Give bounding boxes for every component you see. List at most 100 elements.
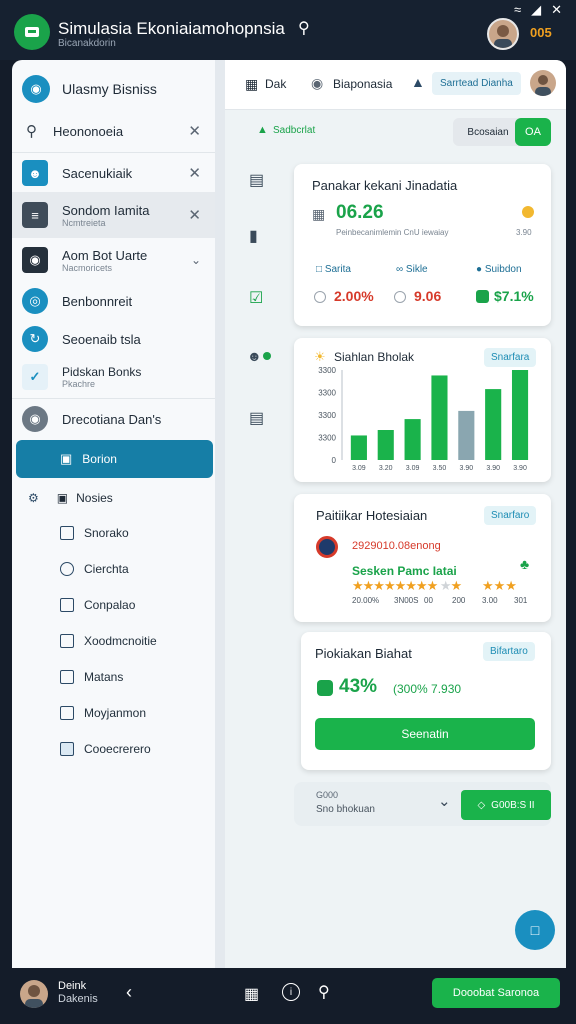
status-bar: ≈ ◢ ✕ bbox=[514, 2, 562, 18]
bar[interactable] bbox=[350, 435, 367, 460]
sidebar-subitem[interactable]: Xoodmcnoitie bbox=[60, 634, 157, 648]
sidebar-item-label: Pidskan Bonks bbox=[62, 365, 142, 379]
sidebar-divider[interactable] bbox=[215, 60, 225, 968]
tab-dak[interactable]: Dak bbox=[265, 77, 286, 91]
avatar[interactable] bbox=[20, 980, 48, 1008]
chevron-down-icon[interactable]: ⌄ bbox=[438, 792, 451, 810]
sidebar-subitem[interactable]: Snorako bbox=[60, 526, 129, 540]
briefcase-icon: ◉ bbox=[22, 75, 50, 103]
sidebar-item-label: Benbonnreit bbox=[62, 293, 133, 309]
metric-label: ● Suibdon bbox=[476, 264, 522, 275]
sidebar-subitem[interactable]: Cierchta bbox=[60, 562, 129, 576]
footer-button[interactable]: ◇ G00B:S II bbox=[461, 790, 551, 820]
edit-icon bbox=[60, 670, 74, 684]
breadcrumb[interactable]: Sadbcrlat bbox=[273, 125, 315, 136]
sidebar-subitem[interactable]: Conpalao bbox=[60, 598, 135, 612]
sidebar-search[interactable]: ⚲ Heononoeia ✕ bbox=[12, 116, 215, 146]
folder-icon: ▣ bbox=[56, 491, 69, 505]
sidebar-item-benbonnreit[interactable]: ◎ Benbonnreit bbox=[12, 286, 215, 316]
calendar-icon[interactable]: ▦ bbox=[245, 76, 258, 93]
primary-action-button[interactable]: Dooobat Saronoa bbox=[432, 978, 560, 1008]
people-icon[interactable]: ☻ bbox=[247, 348, 262, 364]
check-icon: ✓ bbox=[22, 364, 48, 390]
checklist-icon[interactable]: ☑ bbox=[249, 288, 263, 308]
submit-button[interactable]: Seenatin bbox=[315, 718, 535, 750]
sidebar-item-label: Seoenaib tsla bbox=[62, 331, 141, 347]
footer-label: G000 bbox=[316, 790, 339, 800]
close-icon[interactable]: ✕ bbox=[551, 2, 562, 18]
chat-icon[interactable]: ◉ bbox=[311, 75, 323, 92]
bar[interactable] bbox=[404, 419, 421, 460]
sidebar-group-nosies[interactable]: ⚙ ▣ Nosies bbox=[12, 484, 215, 512]
bar[interactable] bbox=[511, 370, 529, 460]
bar[interactable] bbox=[377, 430, 394, 460]
coin-icon bbox=[522, 206, 534, 218]
close-icon[interactable]: ✕ bbox=[188, 206, 201, 224]
footer-button-label: G00B:S II bbox=[491, 799, 535, 811]
sidebar-subitem-label: Snorako bbox=[84, 526, 129, 540]
app-logo-icon bbox=[14, 14, 50, 50]
radio-icon[interactable] bbox=[394, 291, 406, 303]
rating-col: 00 bbox=[424, 596, 433, 605]
card-filter-pill[interactable]: Bifartaro bbox=[483, 642, 535, 661]
chart-icon[interactable]: ▮ bbox=[249, 226, 258, 246]
info-icon[interactable]: i bbox=[282, 983, 300, 1001]
document-icon[interactable]: ▤ bbox=[249, 170, 264, 190]
sidebar-subitem-label: Cooecrerero bbox=[84, 742, 151, 756]
sidebar-header: ◉ Ulasmy Bisniss bbox=[12, 74, 215, 104]
sidebar-subitem[interactable]: Moyjanmon bbox=[60, 706, 146, 720]
avatar[interactable] bbox=[487, 18, 519, 50]
bar[interactable] bbox=[485, 389, 502, 460]
sidebar-item-label: Aom Bot Uarte bbox=[62, 247, 148, 263]
sidebar-item-drecotiana[interactable]: ◉ Drecotiana Dan's bbox=[12, 404, 215, 434]
chef-icon: ◉ bbox=[22, 247, 48, 273]
sidebar-item-aom[interactable]: ◉ Aom Bot Uarte Nacmoricets ⌄ bbox=[12, 240, 215, 280]
rating-link[interactable]: 2929010.08enong bbox=[352, 540, 441, 552]
document-icon bbox=[60, 598, 74, 612]
home-icon: ▲ bbox=[257, 124, 268, 136]
tab-biaponasia[interactable]: Biaponasia bbox=[333, 77, 392, 91]
back-icon[interactable]: ‹ bbox=[126, 982, 132, 1003]
close-icon[interactable]: ✕ bbox=[188, 164, 201, 182]
card-filter-pill[interactable]: Snarfaro bbox=[484, 506, 537, 525]
sidebar-item-seoenaib[interactable]: ↻ Seoenaib tsla bbox=[12, 324, 215, 354]
sidebar-item-sondom[interactable]: ≡ Sondom Iamita Ncmtreieta ✕ bbox=[12, 192, 215, 238]
sidebar-item-borion[interactable]: ▣ Borion bbox=[16, 440, 213, 478]
search-icon[interactable]: ⚲ bbox=[298, 18, 310, 38]
sidebar-subitem[interactable]: Cooecrerero bbox=[60, 742, 151, 756]
status-badge: 005 bbox=[530, 25, 552, 40]
refresh-icon bbox=[60, 562, 74, 576]
metric-label-text: Suibdon bbox=[484, 264, 522, 275]
location-icon[interactable]: ⚲ bbox=[318, 982, 330, 1002]
bar-chart: 3300 3300 3300 3300 0 3.09 3.20 3.09 3.50 3.90 3.… bbox=[318, 366, 529, 472]
sidebar-item-pidskan[interactable]: ✓ Pidskan Bonks Pkachre bbox=[12, 360, 215, 394]
primary-button[interactable]: OA bbox=[515, 118, 551, 146]
bar[interactable] bbox=[458, 410, 475, 460]
metric-label-text: Sarita bbox=[324, 264, 351, 275]
folder-icon: ▣ bbox=[60, 451, 73, 466]
checkbox-icon[interactable] bbox=[476, 290, 489, 303]
x-tick-label: 3.09 bbox=[406, 465, 420, 472]
leaf-icon: ♣ bbox=[520, 556, 530, 572]
bar[interactable] bbox=[431, 375, 448, 460]
floating-action-button[interactable]: □ bbox=[515, 910, 555, 950]
search-input[interactable]: Heononoeia bbox=[53, 124, 123, 139]
clear-search-icon[interactable]: ✕ bbox=[188, 122, 201, 140]
avatar[interactable] bbox=[530, 70, 556, 96]
sidebar-subitem[interactable]: Matans bbox=[60, 670, 123, 684]
sidebar-item-sacenukiaik[interactable]: ☻ Sacenukiaik ✕ bbox=[12, 156, 215, 190]
sidebar-subitem-label: Conpalao bbox=[84, 598, 136, 612]
y-tick-label: 3300 bbox=[318, 434, 336, 443]
notification-dot bbox=[263, 352, 271, 360]
chevron-down-icon[interactable]: ⌄ bbox=[191, 253, 201, 267]
signal-icon: ◢ bbox=[531, 2, 542, 17]
book-icon[interactable]: ▤ bbox=[249, 408, 264, 428]
radio-icon[interactable] bbox=[314, 291, 326, 303]
sidebar-item-sublabel: Ncmtreieta bbox=[62, 217, 106, 228]
secondary-button[interactable]: Bcosaian bbox=[453, 118, 523, 146]
calculator-icon[interactable]: ▦ bbox=[244, 984, 259, 1004]
search-icon: ⚲ bbox=[26, 123, 37, 140]
tab-sarrtead[interactable]: Sarrtead Dianha bbox=[432, 72, 521, 95]
network-icon[interactable]: ▲ bbox=[411, 74, 425, 90]
rating-card: Paitiikar Hotesiaian Snarfaro 2929010.08… bbox=[294, 494, 551, 622]
